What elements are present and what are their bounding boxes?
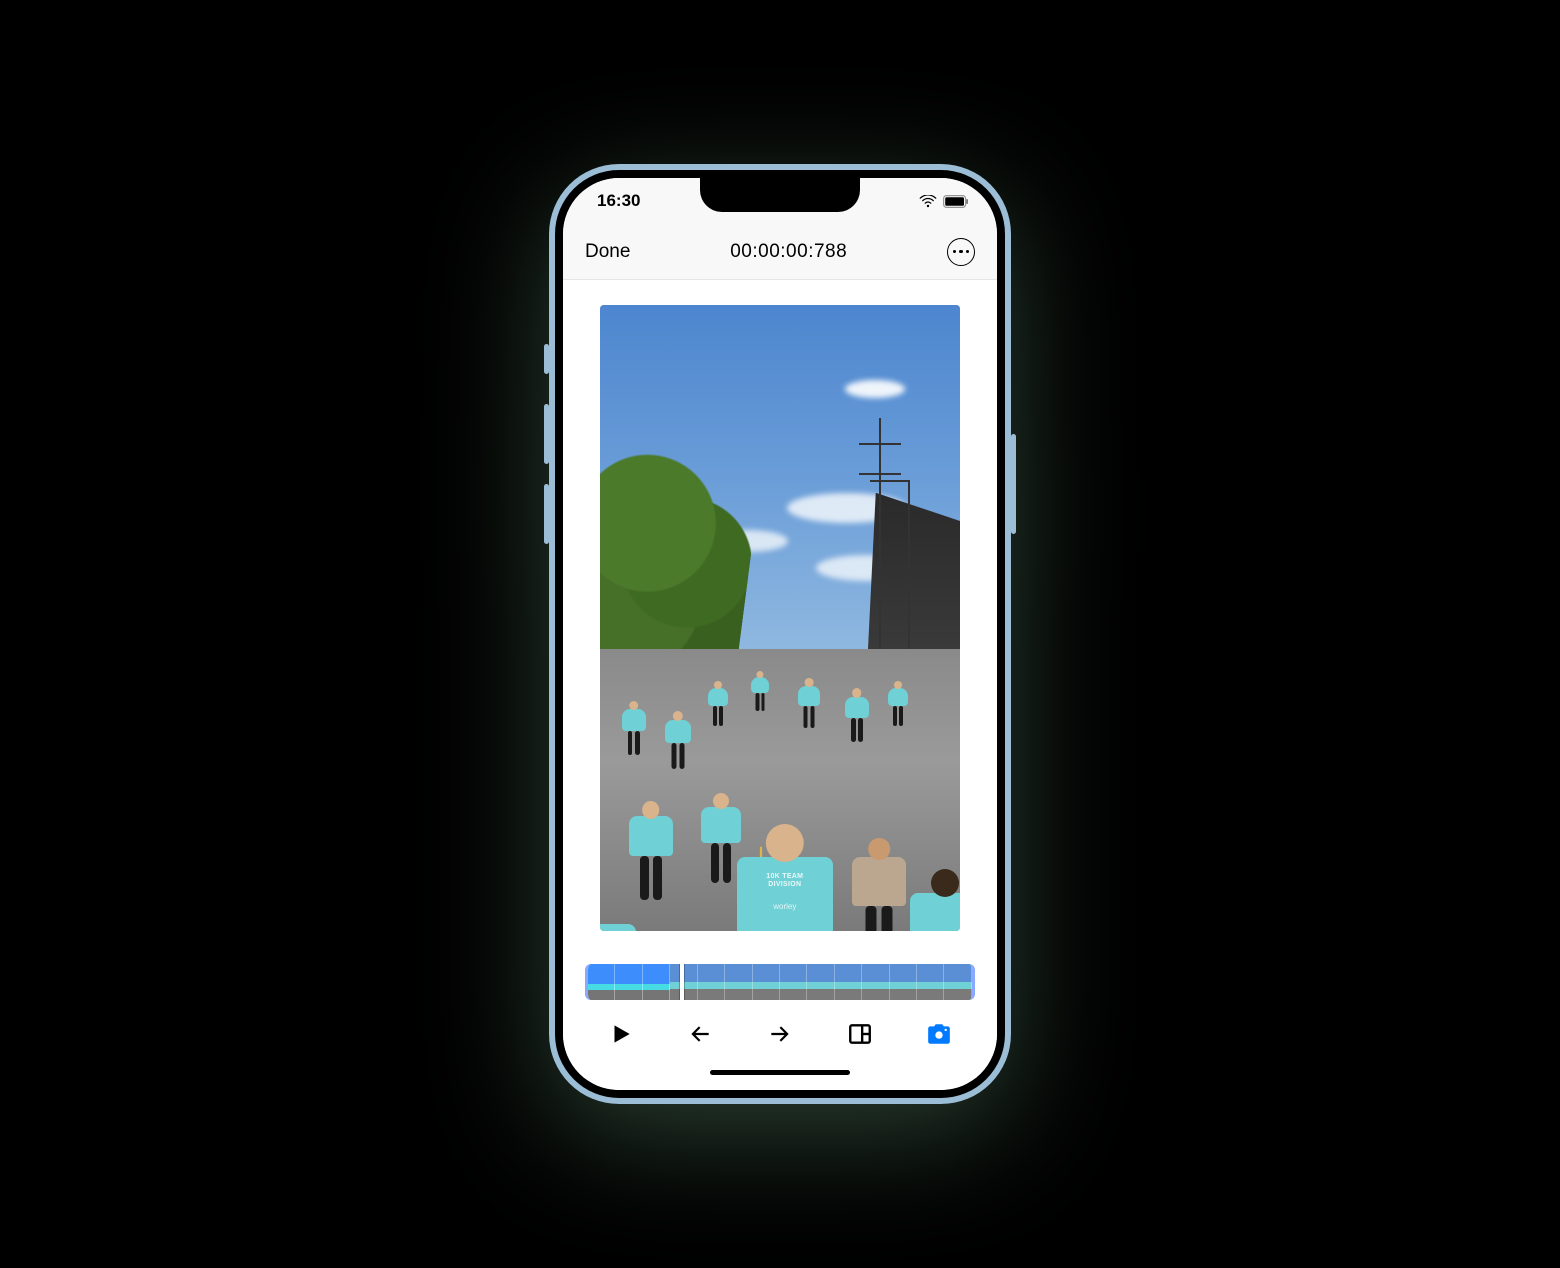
- timeline-thumb: [615, 964, 642, 1000]
- iphone-frame: 16:30: [549, 164, 1011, 1104]
- device-notch: [700, 178, 860, 212]
- timeline-thumb: [862, 964, 889, 1000]
- phone-screen: 16:30: [563, 178, 997, 1090]
- shirt-text: 10K TEAM DIVISION: [737, 873, 833, 890]
- timeline-thumb: [753, 964, 780, 1000]
- battery-icon: [943, 195, 969, 208]
- done-button[interactable]: Done: [585, 241, 630, 263]
- runner-figure: [852, 857, 906, 906]
- camera-icon: [926, 1021, 952, 1047]
- camera-capture-button[interactable]: [917, 1012, 961, 1056]
- volume-down-button: [544, 484, 549, 544]
- arrow-right-icon: [767, 1021, 793, 1047]
- runner-figure: [600, 924, 636, 931]
- runner-figure: [910, 893, 960, 931]
- timeline-thumb: [588, 964, 615, 1000]
- runner-figure: [888, 688, 908, 706]
- runner-figure-main: 10K TEAM DIVISION worley: [737, 857, 833, 931]
- next-frame-button[interactable]: [758, 1012, 802, 1056]
- timeline-thumb: [780, 964, 807, 1000]
- timeline-thumb: [835, 964, 862, 1000]
- timeline-thumb: [917, 964, 944, 1000]
- runner-figure: [845, 697, 869, 719]
- timeline-thumb: [698, 964, 725, 1000]
- statusbar-time: 16:30: [597, 191, 640, 211]
- aspect-tool-button[interactable]: [838, 1012, 882, 1056]
- runner-figure: [701, 807, 741, 843]
- aspect-icon: [847, 1021, 873, 1047]
- timeline-thumb: [643, 964, 670, 1000]
- home-indicator[interactable]: [563, 1066, 997, 1090]
- timeline-playhead[interactable]: [680, 964, 684, 1000]
- editor-header: Done 00:00:00:788: [563, 224, 997, 280]
- cloud-icon: [845, 380, 905, 398]
- timeline-thumb: [725, 964, 752, 1000]
- wifi-icon: [919, 195, 937, 208]
- ellipsis-dot-icon: [953, 250, 957, 254]
- volume-up-button: [544, 404, 549, 464]
- ellipsis-dot-icon: [959, 250, 963, 254]
- runner-figure: [622, 709, 646, 731]
- runner-figure: [751, 677, 769, 693]
- play-button[interactable]: [599, 1012, 643, 1056]
- utility-pole-icon: [879, 418, 881, 668]
- timeline-thumb: [890, 964, 917, 1000]
- power-button: [1011, 434, 1016, 534]
- runner-figure: [708, 688, 728, 706]
- timecode-display: 00:00:00:788: [730, 241, 847, 263]
- ellipsis-dot-icon: [966, 250, 970, 254]
- mute-switch: [544, 344, 549, 374]
- runner-figure: [798, 686, 820, 706]
- timeline-area: [563, 956, 997, 1004]
- runner-figure: [665, 720, 691, 743]
- editor-toolbar: [563, 1004, 997, 1066]
- shirt-logo: worley: [737, 902, 833, 911]
- more-button[interactable]: [947, 238, 975, 266]
- previous-frame-button[interactable]: [678, 1012, 722, 1056]
- video-timeline[interactable]: [585, 964, 975, 1000]
- timeline-thumb: [807, 964, 834, 1000]
- preview-area: 10K TEAM DIVISION worley: [563, 280, 997, 956]
- stage: 16:30: [0, 0, 1560, 1268]
- play-icon: [608, 1021, 634, 1047]
- timeline-thumb: [944, 964, 971, 1000]
- runner-figure: [629, 816, 673, 856]
- arrow-left-icon: [687, 1021, 713, 1047]
- video-preview[interactable]: 10K TEAM DIVISION worley: [600, 305, 960, 931]
- street-lamp-icon: [908, 480, 910, 668]
